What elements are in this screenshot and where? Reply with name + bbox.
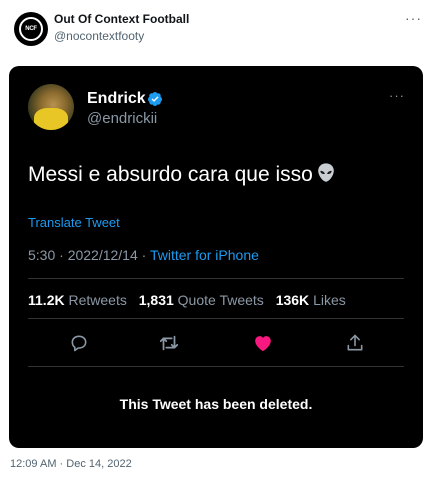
likes-stat[interactable]: 136K Likes (276, 292, 346, 308)
share-icon[interactable] (344, 332, 366, 354)
quotes-count: 1,831 (138, 292, 174, 308)
deleted-notice: This Tweet has been deleted. (119, 396, 313, 412)
embedded-avatar[interactable] (28, 84, 74, 130)
tweet-meta: 5:30 · 2022/12/14 · Twitter for iPhone (28, 247, 259, 263)
translate-tweet-link[interactable]: Translate Tweet (28, 215, 120, 230)
embedded-display-name[interactable]: Endrick (87, 90, 146, 108)
tweet-source-link[interactable]: Twitter for iPhone (150, 247, 259, 263)
like-icon[interactable] (252, 332, 274, 354)
retweets-stat[interactable]: 11.2K Retweets (28, 292, 127, 308)
verified-badge-icon (148, 92, 162, 106)
more-horizontal-icon[interactable]: ··· (405, 10, 422, 26)
tweet-text: Messi e absurdo cara que isso (28, 162, 337, 187)
account-display-name[interactable]: Out Of Context Football (54, 12, 189, 26)
embedded-handle[interactable]: @endrickii (87, 110, 157, 127)
divider (28, 318, 404, 319)
tweet-time-date[interactable]: 5:30 · 2022/12/14 · (28, 247, 150, 263)
avatar-logo: NCF (19, 17, 43, 41)
embedded-tweet-card[interactable]: Endrick @endrickii ··· Messi e absurdo c… (9, 66, 423, 448)
alien-emoji-icon (318, 163, 334, 182)
divider (28, 278, 404, 279)
more-horizontal-icon[interactable]: ··· (389, 88, 405, 103)
tweet-actions (28, 328, 404, 358)
reply-icon[interactable] (68, 332, 90, 354)
retweet-icon[interactable] (158, 332, 180, 354)
outer-post-header: NCF Out Of Context Football @nocontextfo… (10, 8, 424, 48)
likes-label: Likes (313, 292, 346, 308)
divider (28, 366, 404, 367)
quotes-label: Quote Tweets (177, 292, 264, 308)
account-avatar[interactable]: NCF (14, 12, 48, 46)
post-timestamp[interactable]: 12:09 AM · Dec 14, 2022 (10, 458, 132, 470)
retweets-label: Retweets (68, 292, 127, 308)
tweet-stats: 11.2K Retweets 1,831 Quote Tweets 136K L… (28, 292, 346, 308)
retweets-count: 11.2K (28, 292, 65, 308)
tweet-text-content: Messi e absurdo cara que isso (28, 163, 313, 186)
likes-count: 136K (275, 292, 310, 308)
quotes-stat[interactable]: 1,831 Quote Tweets (139, 292, 264, 308)
account-handle[interactable]: @nocontextfooty (54, 29, 144, 43)
